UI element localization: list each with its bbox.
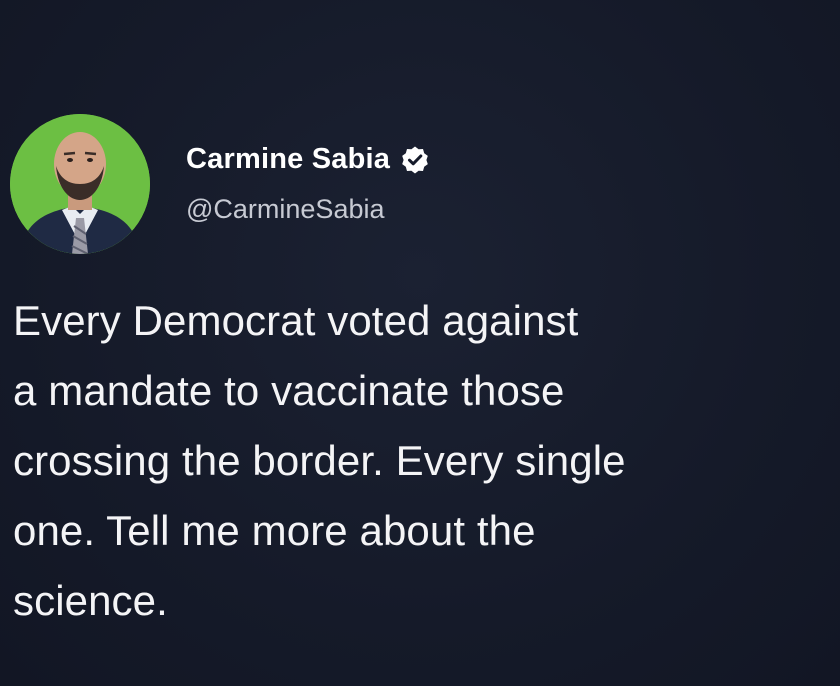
avatar[interactable] bbox=[10, 114, 150, 254]
author-info: Carmine Sabia @CarmineSabia bbox=[186, 143, 430, 225]
verified-badge-icon bbox=[402, 146, 428, 173]
tweet-text: Every Democrat voted against a mandate t… bbox=[13, 297, 626, 624]
display-name-row: Carmine Sabia bbox=[186, 143, 430, 176]
display-name[interactable]: Carmine Sabia bbox=[186, 143, 390, 176]
tweet-header: Carmine Sabia @CarmineSabia bbox=[10, 112, 430, 256]
tweet-card: Carmine Sabia @CarmineSabia Every Democr… bbox=[0, 0, 840, 686]
author-handle[interactable]: @CarmineSabia bbox=[186, 194, 430, 225]
profile-photo-icon bbox=[10, 114, 150, 254]
